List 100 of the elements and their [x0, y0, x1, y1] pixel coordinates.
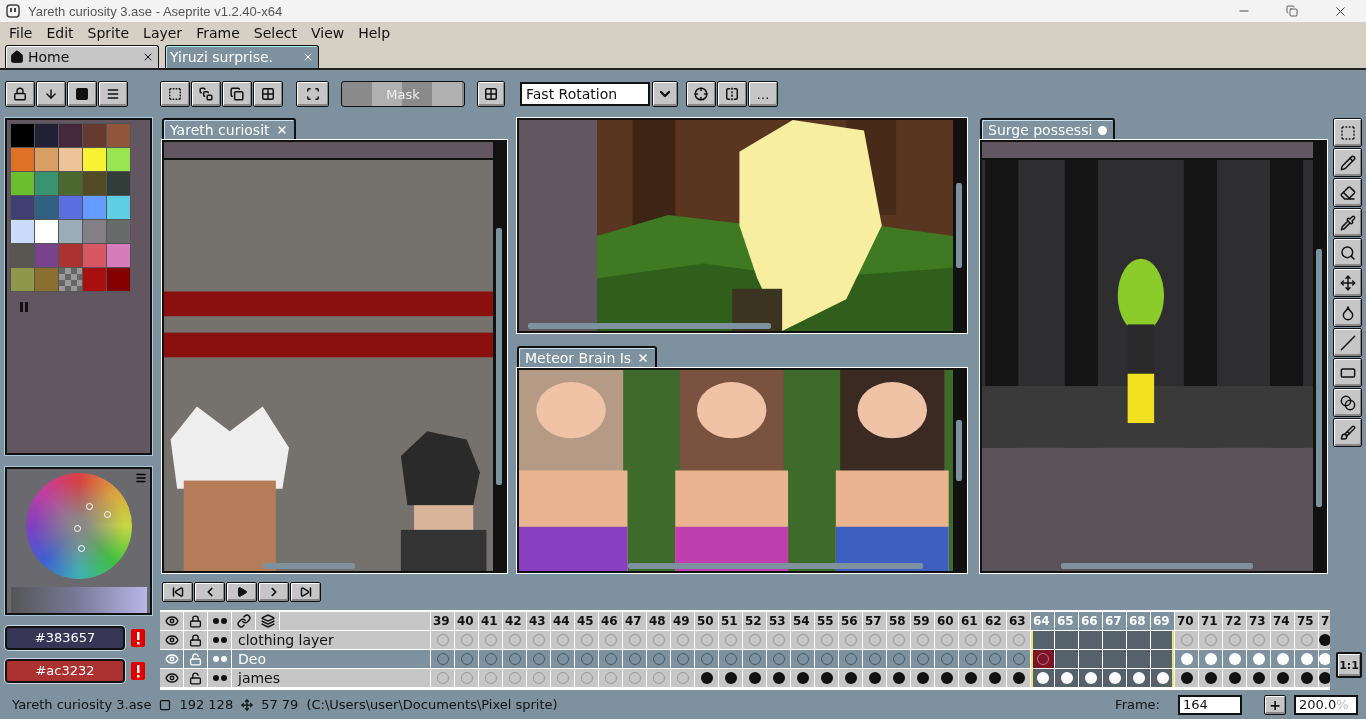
zoom-reset-button[interactable]: 1:1	[1336, 652, 1362, 678]
frame-number[interactable]: 70	[1175, 612, 1198, 630]
first-frame-button[interactable]	[162, 582, 193, 602]
vertical-scrollbar[interactable]	[956, 420, 962, 481]
timeline-cel[interactable]	[959, 669, 982, 687]
flip-button[interactable]	[717, 81, 747, 107]
layer-row[interactable]: james	[160, 669, 430, 687]
menu-item[interactable]: Select	[248, 25, 302, 41]
frame-number[interactable]: 47	[623, 612, 646, 630]
color-swatch[interactable]	[107, 124, 130, 147]
color-swatch[interactable]	[11, 268, 34, 291]
shade-bar[interactable]	[10, 587, 147, 613]
frame-number[interactable]: 50	[695, 612, 718, 630]
color-swatch[interactable]	[59, 220, 82, 243]
timeline-cel[interactable]	[1031, 669, 1054, 687]
timeline-cel[interactable]	[791, 669, 814, 687]
color-swatch[interactable]	[11, 244, 34, 267]
marquee-tool-button[interactable]	[1333, 118, 1362, 147]
frame-number[interactable]: 45	[575, 612, 598, 630]
color-swatch[interactable]	[11, 172, 34, 195]
eye-icon[interactable]	[164, 633, 179, 647]
close-icon[interactable]	[142, 51, 154, 63]
lock-icon[interactable]	[189, 614, 202, 628]
color-swatch[interactable]	[59, 124, 82, 147]
timeline-cel[interactable]	[1007, 669, 1030, 687]
eye-icon[interactable]	[164, 614, 179, 628]
frame-number[interactable]: 59	[911, 612, 934, 630]
transparent-swatch[interactable]	[59, 268, 82, 291]
color-swatch[interactable]	[83, 220, 106, 243]
timeline-cel[interactable]	[767, 669, 790, 687]
frame-number[interactable]: 60	[935, 612, 958, 630]
unlock-icon[interactable]	[189, 671, 202, 685]
color-swatch[interactable]	[83, 244, 106, 267]
timeline-cel[interactable]	[1199, 669, 1222, 687]
frame-number[interactable]: 71	[1199, 612, 1222, 630]
timeline-cel[interactable]	[1175, 669, 1198, 687]
menu-item[interactable]: Layer	[138, 25, 188, 41]
timeline-cel[interactable]	[911, 669, 934, 687]
line-tool-button[interactable]	[1333, 328, 1362, 357]
frame-number[interactable]: 44	[551, 612, 574, 630]
selection-intersect-button[interactable]	[253, 81, 283, 107]
timeline-cel[interactable]	[839, 669, 862, 687]
more-button[interactable]: …	[748, 81, 778, 107]
next-frame-button[interactable]	[258, 582, 289, 602]
selection-mode-button[interactable]	[160, 81, 190, 107]
zoom-field[interactable]: 200.0%	[1294, 694, 1358, 715]
frame-number[interactable]: 41	[479, 612, 502, 630]
color-swatch[interactable]	[35, 196, 58, 219]
lock-icon[interactable]	[189, 633, 202, 647]
frame-number[interactable]: 72	[1223, 612, 1246, 630]
layer-row[interactable]: clothing layer	[160, 631, 430, 649]
frame-number[interactable]: 39	[431, 612, 454, 630]
color-swatch[interactable]	[107, 268, 130, 291]
menu-item[interactable]: View	[305, 25, 350, 41]
color-swatch[interactable]	[35, 220, 58, 243]
horizontal-scrollbar[interactable]	[527, 323, 771, 329]
frame-number[interactable]: 48	[647, 612, 670, 630]
timeline-cel[interactable]	[1055, 669, 1078, 687]
menu-item[interactable]: Frame	[191, 25, 245, 41]
two-dots-icon[interactable]	[211, 617, 228, 625]
menu-button[interactable]	[98, 81, 128, 107]
frame-number[interactable]: 62	[983, 612, 1006, 630]
color-swatch[interactable]	[35, 172, 58, 195]
timeline-cel[interactable]	[1103, 669, 1126, 687]
frame-number[interactable]: 40	[455, 612, 478, 630]
previous-frame-button[interactable]	[194, 582, 225, 602]
selection-add-button[interactable]	[191, 81, 221, 107]
frame-number[interactable]: 7	[1319, 612, 1330, 630]
menu-item[interactable]: Sprite	[82, 25, 135, 41]
square-button[interactable]	[67, 81, 97, 107]
timeline-cel[interactable]	[719, 669, 742, 687]
pivot-button[interactable]	[686, 81, 716, 107]
frame-number[interactable]: 55	[815, 612, 838, 630]
timeline-cel[interactable]	[935, 669, 958, 687]
pixel-perfect-button[interactable]	[296, 81, 329, 107]
rectangle-tool-button[interactable]	[1333, 358, 1362, 387]
color-swatch[interactable]	[59, 172, 82, 195]
color-swatch[interactable]	[35, 244, 58, 267]
frame-number[interactable]: 42	[503, 612, 526, 630]
timeline-cel[interactable]	[1079, 669, 1102, 687]
eyedropper-tool-button[interactable]	[1333, 208, 1362, 237]
color-swatch[interactable]	[11, 124, 34, 147]
frame-number[interactable]: 75	[1295, 612, 1318, 630]
timeline-cel[interactable]	[1319, 669, 1330, 687]
warning-icon[interactable]	[131, 629, 145, 647]
two-dots-icon[interactable]	[211, 636, 228, 644]
frame-number[interactable]: 58	[887, 612, 910, 630]
horizontal-scrollbar[interactable]	[627, 563, 923, 569]
color-swatch[interactable]	[59, 148, 82, 171]
frame-number[interactable]: 74	[1271, 612, 1294, 630]
color-swatch[interactable]	[59, 244, 82, 267]
two-dots-icon[interactable]	[211, 674, 228, 682]
timeline-cel[interactable]	[1127, 669, 1150, 687]
color-swatch[interactable]	[11, 148, 34, 171]
last-frame-button[interactable]	[290, 582, 321, 602]
color-field[interactable]: #ac3232	[5, 659, 125, 683]
color-swatch[interactable]	[59, 196, 82, 219]
color-swatch[interactable]	[11, 196, 34, 219]
timeline-cel[interactable]	[815, 669, 838, 687]
frame-number[interactable]: 46	[599, 612, 622, 630]
